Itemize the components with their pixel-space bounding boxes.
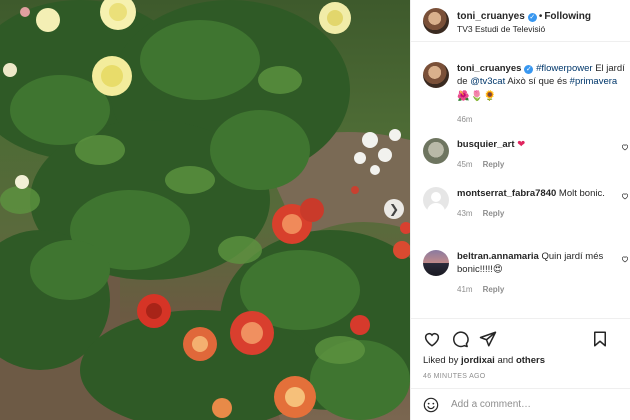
rose-garden-image xyxy=(0,0,410,420)
add-comment-bar xyxy=(411,388,630,420)
instagram-post-modal: ❯ toni_cruanyes ✓ • Following TV3 Estudi de… xyxy=(0,0,630,420)
comment-meta: 45m Reply xyxy=(457,158,617,171)
header-meta: toni_cruanyes ✓ • Following TV3 Estudi de T… xyxy=(457,8,591,36)
caption-username[interactable]: toni_cruanyes xyxy=(457,63,521,74)
comment-bubble-icon[interactable] xyxy=(451,330,469,348)
like-heart-icon[interactable] xyxy=(423,330,441,348)
carousel-next-button[interactable]: ❯ xyxy=(384,199,404,219)
comment-timestamp[interactable]: 45m xyxy=(457,160,473,169)
bookmark-icon[interactable] xyxy=(591,330,609,348)
post-header: toni_cruanyes ✓ • Following TV3 Estudi de T… xyxy=(411,0,630,42)
caption-emojis: 🌺🌷🌻 xyxy=(457,91,498,102)
verified-badge-icon: ✓ xyxy=(527,13,537,22)
avatar[interactable] xyxy=(423,8,449,34)
comment-body: busquier_art ❤ 45m Reply xyxy=(457,138,617,171)
hashtag-link[interactable]: #flowerpower xyxy=(536,63,593,74)
chevron-right-icon: ❯ xyxy=(388,202,400,216)
avatar[interactable] xyxy=(423,250,449,276)
comment-timestamp[interactable]: 41m xyxy=(457,285,473,294)
verified-badge-icon: ✓ xyxy=(524,65,534,74)
comment-timestamp[interactable]: 43m xyxy=(457,209,473,218)
comment-body: beltran.annamaria Quin jardí més bonic!!… xyxy=(457,250,617,296)
caption-body: toni_cruanyes ✓ #flowerpower El jardí de … xyxy=(457,62,627,126)
like-comment-heart-icon[interactable] xyxy=(621,255,629,263)
comment-meta: 41m Reply xyxy=(457,283,617,296)
liker-username[interactable]: jordixai xyxy=(461,355,495,366)
likes-prefix: Liked by xyxy=(423,355,462,366)
comment-text: Molt bonic. xyxy=(558,188,605,199)
comment-item: montserrat_fabra7840 Molt bonic. 43m Repl… xyxy=(423,187,629,220)
avatar[interactable] xyxy=(423,187,449,215)
share-send-icon[interactable] xyxy=(479,330,497,348)
comment-username[interactable]: busquier_art xyxy=(457,139,515,150)
emoji-smiley-icon[interactable] xyxy=(423,397,439,413)
comment-text: ❤ xyxy=(517,139,526,150)
likes-others-link[interactable]: others xyxy=(516,355,545,366)
comment-body: montserrat_fabra7840 Molt bonic. 43m Repl… xyxy=(457,187,617,220)
post-photo[interactable]: ❯ xyxy=(0,0,410,420)
author-username[interactable]: toni_cruanyes xyxy=(457,11,525,22)
reply-button[interactable]: Reply xyxy=(483,209,505,218)
post-timestamp[interactable]: 46 MINUTES AGO xyxy=(423,373,619,380)
post-details-panel: toni_cruanyes ✓ • Following TV3 Estudi de T… xyxy=(410,0,630,420)
comment-username[interactable]: beltran.annamaria xyxy=(457,251,539,262)
like-comment-heart-icon[interactable] xyxy=(621,143,629,151)
comment-item: busquier_art ❤ 45m Reply xyxy=(423,138,629,171)
comment-item: beltran.annamaria Quin jardí més bonic!!… xyxy=(423,250,629,296)
likes-joiner: and xyxy=(494,355,516,366)
like-comment-heart-icon[interactable] xyxy=(621,192,629,200)
caption-timestamp[interactable]: 46m xyxy=(457,113,627,126)
following-button[interactable]: Following xyxy=(544,11,591,22)
comment-meta: 43m Reply xyxy=(457,207,617,220)
mention-link[interactable]: @tv3cat xyxy=(470,76,505,87)
add-comment-input[interactable] xyxy=(451,399,621,410)
caption-text: Això sí que és xyxy=(505,76,570,87)
reply-button[interactable]: Reply xyxy=(483,285,505,294)
avatar[interactable] xyxy=(423,138,449,164)
post-location[interactable]: TV3 Estudi de Televisió xyxy=(457,23,591,36)
post-actions: Liked by jordixai and others 46 MINUTES … xyxy=(411,318,630,380)
action-bar xyxy=(423,327,619,351)
reply-button[interactable]: Reply xyxy=(483,160,505,169)
likes-summary: Liked by jordixai and others xyxy=(423,355,619,366)
comment-username[interactable]: montserrat_fabra7840 xyxy=(457,188,556,199)
caption: toni_cruanyes ✓ #flowerpower El jardí de … xyxy=(423,62,627,126)
avatar[interactable] xyxy=(423,62,449,88)
hashtag-link[interactable]: #primavera xyxy=(570,76,618,87)
separator-dot: • xyxy=(538,11,543,22)
